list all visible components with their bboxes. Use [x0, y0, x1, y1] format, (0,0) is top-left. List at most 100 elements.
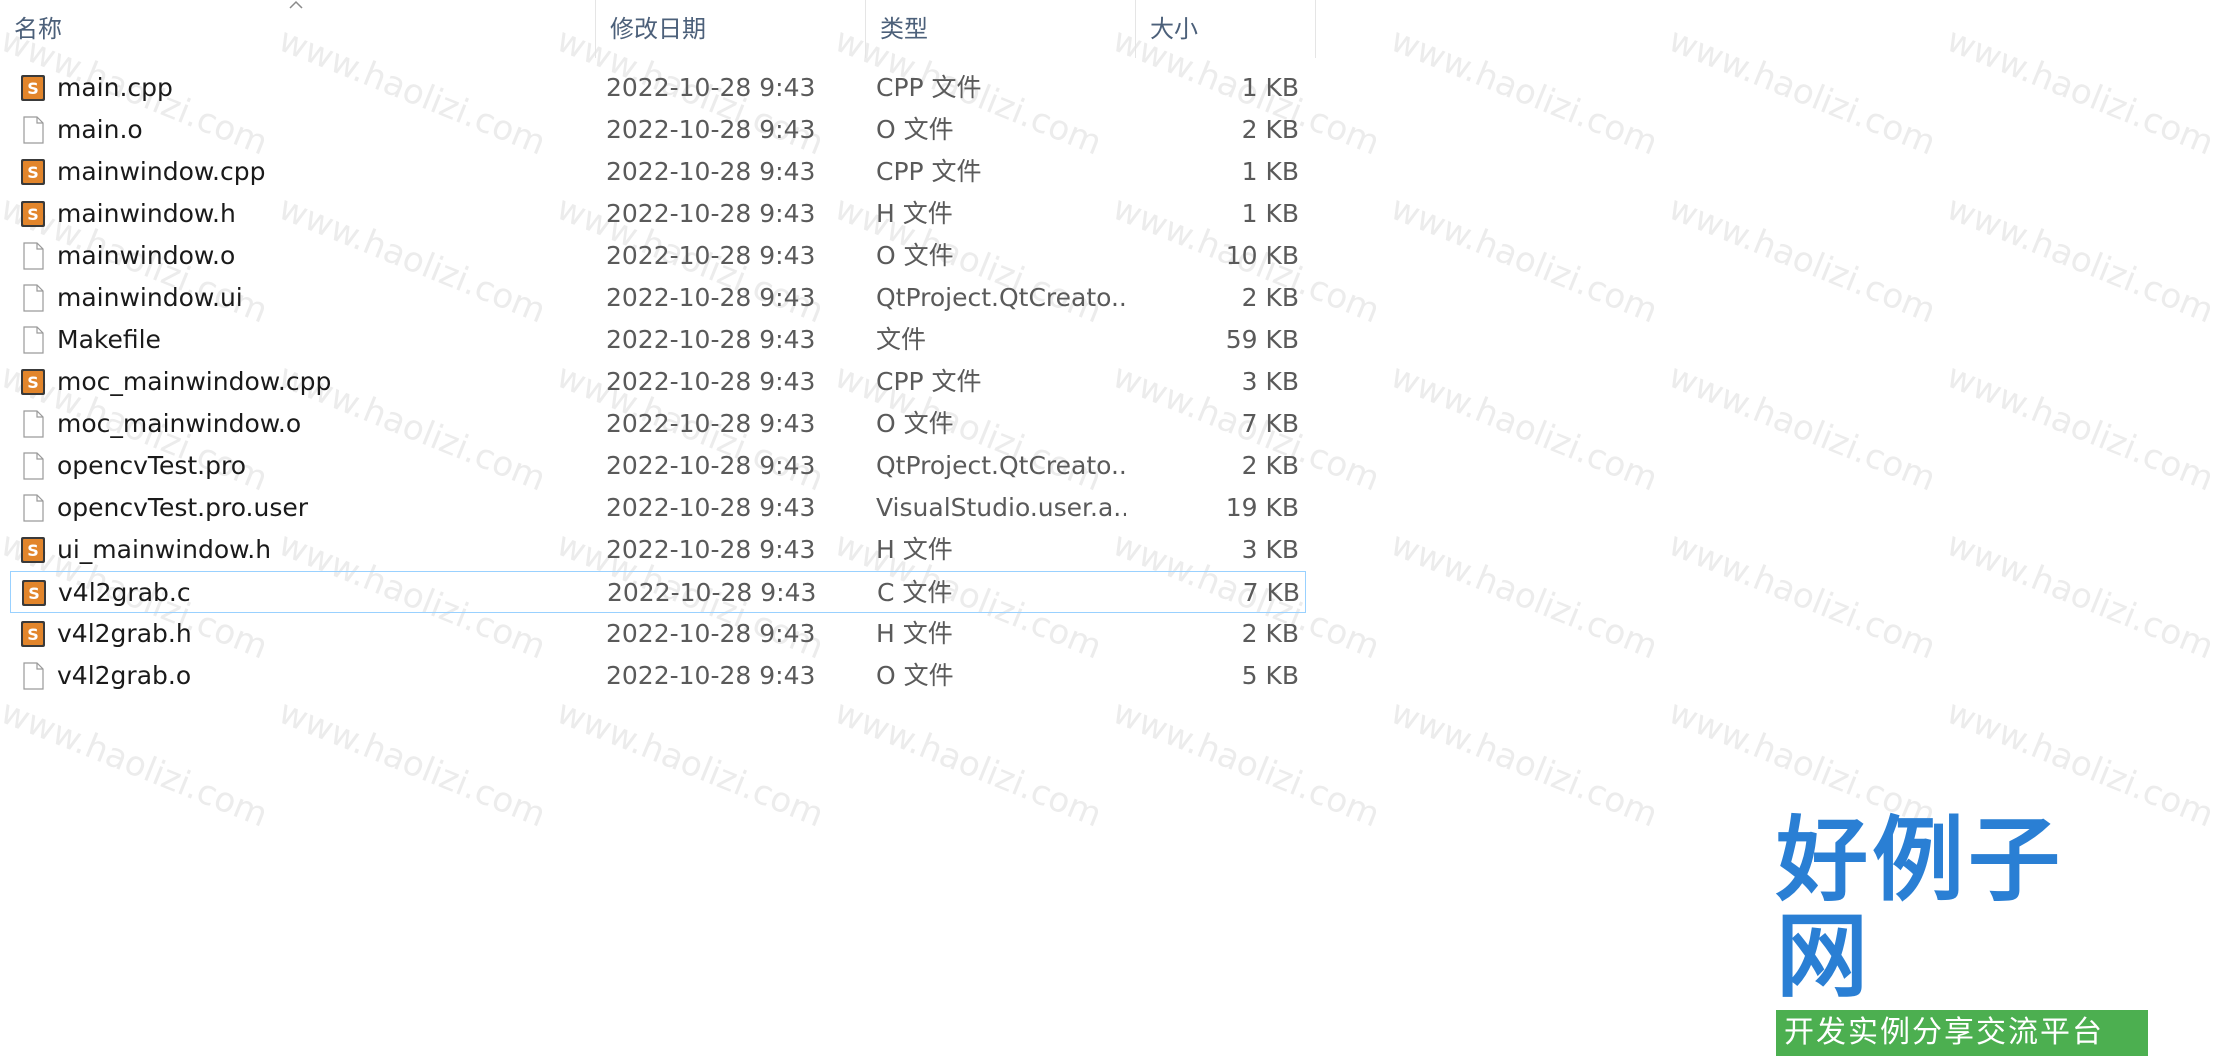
- file-modified-date: 2022-10-28 9:43: [606, 157, 816, 186]
- file-name: opencvTest.pro.user: [57, 493, 309, 522]
- blank-file-icon: [18, 325, 48, 355]
- watermark-text: www.haolizi.com: [1663, 356, 1942, 500]
- file-row[interactable]: mainwindow.ui 2022-10-28 9:43 QtProject.Qt…: [10, 277, 1306, 319]
- file-name: moc_mainwindow.o: [57, 409, 302, 438]
- column-header-size[interactable]: 大小: [1136, 0, 1316, 58]
- file-modified-date: 2022-10-28 9:43: [606, 451, 816, 480]
- watermark-text: www.haolizi.com: [1385, 188, 1664, 332]
- file-name: ui_mainwindow.h: [57, 535, 272, 564]
- file-size: 1 KB: [1241, 73, 1299, 102]
- file-row[interactable]: Sv4l2grab.c 2022-10-28 9:43 C 文件 7 KB: [10, 571, 1306, 613]
- svg-text:S: S: [27, 205, 39, 224]
- blank-file-icon: [18, 241, 48, 271]
- svg-text:S: S: [27, 163, 39, 182]
- watermark-text: www.haolizi.com: [1385, 524, 1664, 668]
- watermark-text: www.haolizi.com: [1663, 20, 1942, 164]
- file-row[interactable]: Smain.cpp 2022-10-28 9:43 CPP 文件 1 KB: [10, 67, 1306, 109]
- watermark-text: www.haolizi.com: [273, 692, 552, 836]
- file-size: 2 KB: [1241, 283, 1299, 312]
- svg-text:S: S: [27, 541, 39, 560]
- watermark-text: www.haolizi.com: [0, 692, 274, 836]
- blank-file-icon: [18, 661, 48, 691]
- file-size: 2 KB: [1241, 451, 1299, 480]
- column-header-type[interactable]: 类型: [866, 0, 1136, 58]
- file-row[interactable]: mainwindow.o 2022-10-28 9:43 O 文件 10 KB: [10, 235, 1306, 277]
- file-name: opencvTest.pro: [57, 451, 247, 480]
- watermark-text: www.haolizi.com: [1385, 356, 1664, 500]
- watermark-text: www.haolizi.com: [1941, 524, 2214, 668]
- file-modified-date: 2022-10-28 9:43: [606, 409, 816, 438]
- sublime-file-icon: S: [18, 157, 48, 187]
- file-row[interactable]: Smainwindow.h 2022-10-28 9:43 H 文件 1 KB: [10, 193, 1306, 235]
- file-size: 19 KB: [1225, 493, 1299, 522]
- column-header-bar: 名称 修改日期 类型 大小: [0, 0, 1320, 58]
- file-size: 3 KB: [1241, 535, 1299, 564]
- column-header-size-label: 大小: [1150, 15, 1198, 43]
- file-row[interactable]: v4l2grab.o 2022-10-28 9:43 O 文件 5 KB: [10, 655, 1306, 697]
- file-row[interactable]: opencvTest.pro 2022-10-28 9:43 QtProject.Q…: [10, 445, 1306, 487]
- file-name: mainwindow.o: [57, 241, 236, 270]
- file-modified-date: 2022-10-28 9:43: [606, 661, 816, 690]
- brand-title: 好例子网: [1776, 806, 2065, 1010]
- column-header-type-label: 类型: [880, 15, 928, 43]
- file-row[interactable]: moc_mainwindow.o 2022-10-28 9:43 O 文件 7 KB: [10, 403, 1306, 445]
- blank-file-icon: [18, 283, 48, 313]
- blank-file-icon: [18, 115, 48, 145]
- file-modified-date: 2022-10-28 9:43: [607, 578, 817, 607]
- file-modified-date: 2022-10-28 9:43: [606, 493, 816, 522]
- file-modified-date: 2022-10-28 9:43: [606, 283, 816, 312]
- file-row[interactable]: Smainwindow.cpp 2022-10-28 9:43 CPP 文件 1 KB: [10, 151, 1306, 193]
- file-size: 2 KB: [1241, 619, 1299, 648]
- blank-file-icon: [18, 493, 48, 523]
- file-name: mainwindow.ui: [57, 283, 243, 312]
- file-name: Makefile: [57, 325, 161, 354]
- file-size: 7 KB: [1241, 409, 1299, 438]
- file-modified-date: 2022-10-28 9:43: [606, 367, 816, 396]
- watermark-text: www.haolizi.com: [1663, 524, 1942, 668]
- file-name: moc_mainwindow.cpp: [57, 367, 332, 396]
- column-header-name-label: 名称: [14, 15, 62, 43]
- file-modified-date: 2022-10-28 9:43: [606, 535, 816, 564]
- watermark-text: www.haolizi.com: [1941, 356, 2214, 500]
- file-row[interactable]: Smoc_mainwindow.cpp 2022-10-28 9:43 CPP 文件…: [10, 361, 1306, 403]
- file-name: main.o: [57, 115, 143, 144]
- column-header-date-label: 修改日期: [610, 15, 706, 43]
- blank-file-icon: [18, 451, 48, 481]
- brand-logo: 好例子网 开发实例分享交流平台: [1776, 812, 2148, 1056]
- svg-text:S: S: [27, 79, 39, 98]
- file-modified-date: 2022-10-28 9:43: [606, 325, 816, 354]
- watermark-text: www.haolizi.com: [551, 692, 830, 836]
- sublime-file-icon: S: [19, 578, 49, 608]
- sublime-file-icon: S: [18, 199, 48, 229]
- watermark-text: www.haolizi.com: [1107, 692, 1386, 836]
- svg-text:S: S: [27, 625, 39, 644]
- watermark-text: www.haolizi.com: [1385, 692, 1664, 836]
- brand-subtitle: 开发实例分享交流平台: [1776, 1010, 2148, 1056]
- file-size: 7 KB: [1242, 578, 1300, 607]
- file-modified-date: 2022-10-28 9:43: [606, 199, 816, 228]
- sublime-file-icon: S: [18, 73, 48, 103]
- file-size: 59 KB: [1225, 325, 1299, 354]
- file-size: 3 KB: [1241, 367, 1299, 396]
- file-row[interactable]: Makefile 2022-10-28 9:43 文件 59 KB: [10, 319, 1306, 361]
- watermark-text: www.haolizi.com: [1663, 188, 1942, 332]
- file-name: v4l2grab.c: [58, 578, 191, 607]
- file-size: 2 KB: [1241, 115, 1299, 144]
- file-row[interactable]: main.o 2022-10-28 9:43 O 文件 2 KB: [10, 109, 1306, 151]
- file-name: main.cpp: [57, 73, 173, 102]
- file-name: v4l2grab.o: [57, 661, 192, 690]
- sublime-file-icon: S: [18, 619, 48, 649]
- svg-text:S: S: [28, 584, 40, 603]
- file-modified-date: 2022-10-28 9:43: [606, 73, 816, 102]
- file-row[interactable]: opencvTest.pro.user 2022-10-28 9:43 Visual…: [10, 487, 1306, 529]
- file-size: 1 KB: [1241, 157, 1299, 186]
- column-header-date[interactable]: 修改日期: [596, 0, 866, 58]
- sublime-file-icon: S: [18, 367, 48, 397]
- watermark-text: www.haolizi.com: [1941, 188, 2214, 332]
- file-size: 5 KB: [1241, 661, 1299, 690]
- file-row[interactable]: Sv4l2grab.h 2022-10-28 9:43 H 文件 2 KB: [10, 613, 1306, 655]
- file-row[interactable]: Sui_mainwindow.h 2022-10-28 9:43 H 文件 3 KB: [10, 529, 1306, 571]
- file-name: mainwindow.h: [57, 199, 236, 228]
- file-size: 10 KB: [1225, 241, 1299, 270]
- sublime-file-icon: S: [18, 535, 48, 565]
